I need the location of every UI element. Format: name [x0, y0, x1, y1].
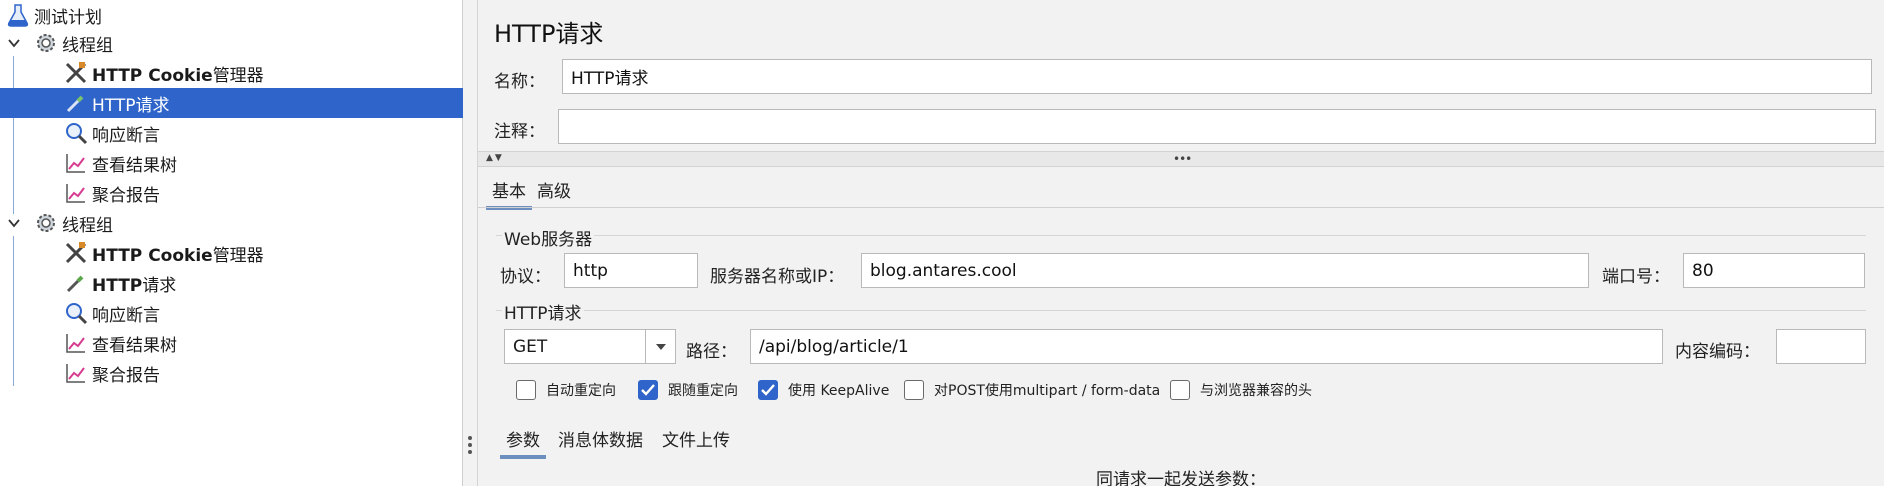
checkmark-icon[interactable]: [638, 380, 658, 400]
web-server-group-title: Web服务器: [502, 225, 595, 250]
tree-item-label: 管理器: [212, 245, 264, 266]
pipette-icon: [62, 89, 90, 117]
protocol-label: 协议：: [500, 267, 551, 287]
method-value: GET: [513, 336, 548, 357]
gear-icon: [32, 209, 60, 237]
cookie-tools-icon: [62, 59, 90, 87]
tree-item-thread-group[interactable]: 线程组: [32, 208, 113, 238]
drag-dots-icon: •••: [1173, 152, 1192, 166]
checkbox-label: 自动重定向: [546, 383, 616, 399]
port-field[interactable]: 80: [1683, 253, 1865, 288]
tree-item-aggregate-report[interactable]: 聚合报告: [62, 358, 160, 388]
port-label: 端口号：: [1602, 267, 1670, 287]
tab-parameters[interactable]: 参数: [500, 422, 546, 459]
checkbox-label: 使用 KeepAlive: [788, 383, 890, 399]
name-label: 名称：: [494, 72, 545, 92]
server-name-label: 服务器名称或IP：: [710, 267, 845, 287]
tab-body-data[interactable]: 消息体数据: [552, 422, 649, 455]
magnifier-icon: [62, 299, 90, 327]
tab-separator: [478, 207, 1884, 208]
comment-label: 注释：: [494, 122, 545, 142]
tree-item-response-assertion[interactable]: 响应断言: [62, 298, 160, 328]
checkbox-box[interactable]: [1170, 380, 1190, 400]
cookie-tools-icon: [62, 239, 90, 267]
follow-redirect-checkbox[interactable]: 跟随重定向: [638, 380, 738, 400]
checkbox-box[interactable]: [516, 380, 536, 400]
tree-item-label: 管理器: [212, 65, 264, 86]
tree-item-label: 查看结果树: [92, 155, 177, 176]
tree-item-aggregate-report[interactable]: 聚合报告: [62, 178, 160, 208]
panel-splitter[interactable]: [463, 0, 478, 486]
comment-field[interactable]: [558, 109, 1876, 144]
graph-icon: [62, 359, 90, 387]
group-border: [496, 235, 1866, 236]
chevron-down-icon[interactable]: [6, 35, 22, 51]
tree-item-label-bold: HTTP Cookie: [92, 245, 213, 266]
protocol-field[interactable]: http: [564, 253, 698, 288]
chevron-down-icon[interactable]: [645, 330, 675, 363]
magnifier-icon: [62, 119, 90, 147]
tree-item-cookie-manager[interactable]: HTTP Cookie管理器: [62, 238, 264, 268]
tree-item-http-request-selected[interactable]: HTTP请求: [0, 88, 463, 118]
tree-item-label-bold: HTTP Cookie: [92, 65, 213, 86]
checkbox-label: 与浏览器兼容的头: [1200, 383, 1312, 399]
pipette-icon: [62, 269, 90, 297]
checkbox-label: 跟随重定向: [668, 383, 738, 399]
tree-item-label-bold: HTTP: [92, 275, 143, 296]
tree-item-cookie-manager[interactable]: HTTP Cookie管理器: [62, 58, 264, 88]
tab-advanced[interactable]: 高级: [531, 173, 577, 206]
group-border: [496, 310, 1866, 311]
tree-item-label: 响应断言: [92, 305, 160, 326]
params-caption: 同请求一起发送参数：: [1096, 470, 1266, 486]
graph-icon: [62, 329, 90, 357]
page-title: HTTP请求: [494, 20, 604, 48]
checkmark-icon[interactable]: [758, 380, 778, 400]
tree-item-view-results-tree[interactable]: 查看结果树: [62, 328, 177, 358]
http-request-group-title: HTTP请求: [502, 299, 584, 324]
checkbox-label: 对POST使用multipart / form-data: [934, 383, 1161, 399]
tree-guide-line: [13, 56, 14, 214]
tree-item-test-plan[interactable]: 测试计划: [4, 0, 102, 30]
method-select[interactable]: GET: [504, 329, 676, 364]
encoding-field[interactable]: [1776, 329, 1866, 364]
tab-basic[interactable]: 基本: [486, 173, 532, 210]
keepalive-checkbox[interactable]: 使用 KeepAlive: [758, 380, 889, 400]
splitter-grip-icon: [468, 436, 472, 458]
tree-item-label: 测试计划: [34, 7, 102, 28]
tree-item-label: 线程组: [62, 35, 113, 56]
multipart-checkbox[interactable]: 对POST使用multipart / form-data: [904, 380, 1160, 400]
name-field[interactable]: HTTP请求: [562, 59, 1872, 94]
collapse-bar[interactable]: ▲▼ •••: [478, 151, 1884, 167]
auto-redirect-checkbox[interactable]: 自动重定向: [516, 380, 616, 400]
tree-item-label: 请求: [142, 275, 177, 296]
tree-item-label: 请求: [135, 95, 170, 116]
server-name-field[interactable]: blog.antares.cool: [861, 253, 1589, 288]
encoding-label: 内容编码：: [1675, 342, 1760, 362]
browser-headers-checkbox[interactable]: 与浏览器兼容的头: [1170, 380, 1312, 400]
path-label: 路径：: [686, 342, 737, 362]
graph-icon: [62, 149, 90, 177]
tree-guide-line: [13, 236, 14, 386]
tree-item-label: 聚合报告: [92, 365, 160, 386]
chevron-down-icon[interactable]: [6, 215, 22, 231]
tree-item-response-assertion[interactable]: 响应断言: [62, 118, 160, 148]
collapse-arrows-icon[interactable]: ▲▼: [486, 153, 504, 163]
graph-icon: [62, 179, 90, 207]
test-plan-tree[interactable]: 测试计划 线程组 HTTP Cookie管理器 HTTP请求 响应断言 查看结果…: [0, 0, 463, 486]
gear-icon: [32, 29, 60, 57]
tree-item-label: 响应断言: [92, 125, 160, 146]
tree-item-thread-group[interactable]: 线程组: [32, 28, 113, 58]
tree-item-label: 聚合报告: [92, 185, 160, 206]
tree-item-label: 线程组: [62, 215, 113, 236]
tree-item-http-request[interactable]: HTTP请求: [62, 268, 176, 298]
http-request-panel: HTTP请求 名称： HTTP请求 注释： ▲▼ ••• 基本 高级 Web服务…: [478, 0, 1884, 486]
flask-icon: [4, 1, 32, 29]
tree-item-label-bold: HTTP: [92, 95, 136, 116]
tree-item-view-results-tree[interactable]: 查看结果树: [62, 148, 177, 178]
checkbox-box[interactable]: [904, 380, 924, 400]
tab-file-upload[interactable]: 文件上传: [656, 422, 736, 455]
tree-item-label: 查看结果树: [92, 335, 177, 356]
path-field[interactable]: /api/blog/article/1: [750, 329, 1663, 364]
